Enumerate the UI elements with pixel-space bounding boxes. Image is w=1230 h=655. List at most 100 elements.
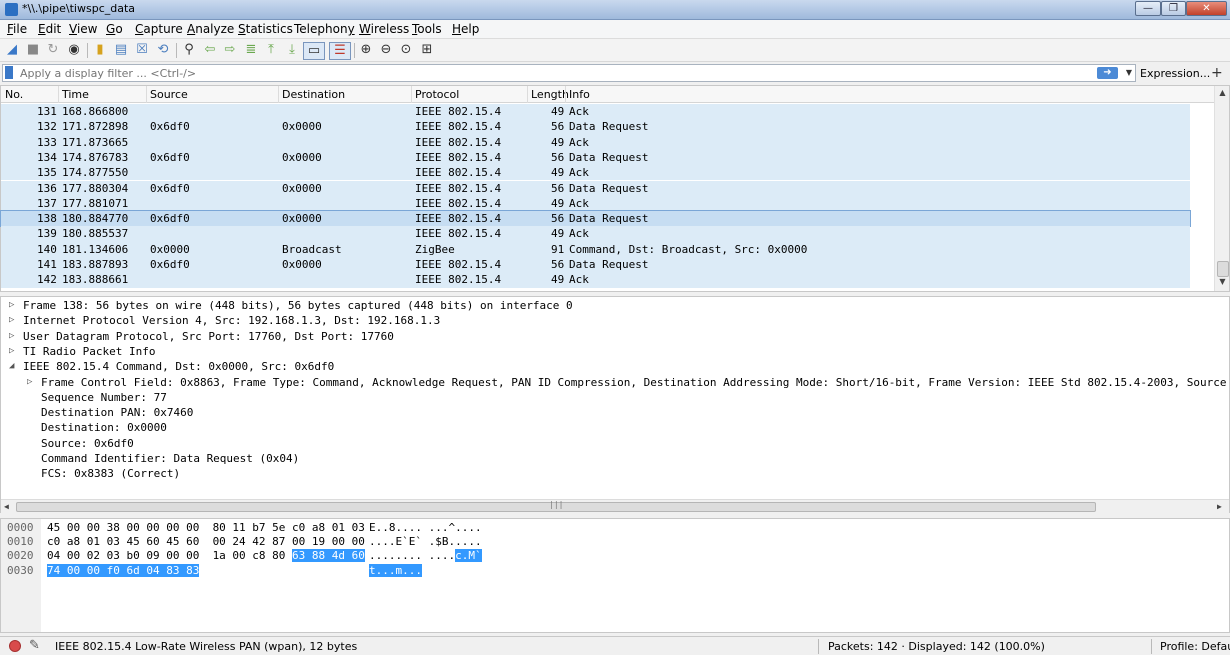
minimize-button[interactable]: —: [1135, 1, 1161, 16]
menu-view[interactable]: View: [69, 22, 97, 36]
detail-tree-item[interactable]: Command Identifier: Data Request (0x04): [41, 451, 299, 466]
go-to-packet-icon[interactable]: ≣: [243, 42, 259, 58]
packet-list-scrollbar[interactable]: ▲ ▼: [1214, 86, 1229, 291]
auto-scroll-icon[interactable]: ▭: [303, 42, 325, 60]
column-header-info[interactable]: Info: [569, 88, 590, 101]
packet-row[interactable]: 135 174.877550 IEEE 802.15.4 49 Ack: [1, 165, 1190, 181]
column-separator[interactable]: [527, 86, 528, 103]
column-header-length[interactable]: Length: [531, 88, 569, 101]
display-filter-input[interactable]: [2, 64, 1136, 82]
column-header-source[interactable]: Source: [150, 88, 188, 101]
resize-columns-icon[interactable]: ⊞: [419, 42, 435, 58]
detail-tree-item[interactable]: Destination PAN: 0x7460: [41, 405, 193, 420]
menu-help[interactable]: Help: [452, 22, 479, 36]
start-capture-icon[interactable]: ◢: [4, 42, 20, 58]
apply-filter-icon[interactable]: ➜: [1097, 67, 1118, 79]
menu-statistics[interactable]: Statistics: [238, 22, 293, 36]
last-packet-icon[interactable]: ⤓: [284, 42, 300, 58]
detail-tree-item[interactable]: Frame 138: 56 bytes on wire (448 bits), …: [23, 298, 573, 313]
packet-row[interactable]: 136 177.880304 0x6df0 0x0000 IEEE 802.15.4 56…: [1, 180, 1190, 196]
open-file-icon[interactable]: ▮: [92, 42, 108, 58]
collapsed-arrow-icon[interactable]: ▷: [9, 315, 14, 325]
menu-tools[interactable]: Tools: [412, 22, 442, 36]
column-separator[interactable]: [58, 86, 59, 103]
filter-bookmark-icon[interactable]: [5, 66, 13, 79]
expression-button[interactable]: Expression...: [1140, 67, 1210, 80]
packet-row[interactable]: 134 174.876783 0x6df0 0x0000 IEEE 802.15.4 56…: [1, 149, 1190, 166]
normal-size-icon[interactable]: ⊙: [398, 42, 414, 58]
detail-tree-item[interactable]: TI Radio Packet Info: [23, 344, 155, 359]
column-header-destination[interactable]: Destination: [282, 88, 345, 101]
expert-info-icon[interactable]: [9, 640, 21, 652]
packet-row[interactable]: 131 168.866800 IEEE 802.15.4 49 Ack: [1, 104, 1190, 120]
collapsed-arrow-icon[interactable]: ▷: [9, 346, 14, 356]
byte-ascii[interactable]: E..8.... ...^....: [369, 521, 482, 535]
expanded-arrow-icon[interactable]: ◢: [9, 361, 14, 371]
collapsed-arrow-icon[interactable]: ▷: [9, 300, 14, 310]
details-horizontal-scrollbar[interactable]: ◀ ||| ▶: [1, 499, 1229, 513]
packet-row[interactable]: 139 180.885537 IEEE 802.15.4 49 Ack: [1, 226, 1190, 242]
detail-tree-item[interactable]: Destination: 0x0000: [41, 420, 167, 435]
chevron-down-icon[interactable]: ▼: [1123, 67, 1135, 79]
packet-row[interactable]: 132 171.872898 0x6df0 0x0000 IEEE 802.15.4 56…: [1, 119, 1190, 135]
byte-hex[interactable]: 74 00 00 f0 6d 04 83 83: [47, 563, 200, 578]
scroll-right-icon[interactable]: ▶: [1217, 502, 1222, 511]
detail-tree-item[interactable]: Internet Protocol Version 4, Src: 192.16…: [23, 313, 440, 328]
capture-comment-icon[interactable]: ✎: [29, 638, 40, 653]
column-separator[interactable]: [146, 86, 147, 103]
byte-ascii[interactable]: ........ ....c.M`: [369, 549, 482, 563]
scroll-left-icon[interactable]: ◀: [4, 502, 9, 511]
byte-ascii[interactable]: t...m...: [369, 563, 422, 578]
packet-row[interactable]: 141 183.887893 0x6df0 0x0000 IEEE 802.15.4 56…: [1, 257, 1190, 273]
packet-row[interactable]: 133 171.873665 IEEE 802.15.4 49 Ack: [1, 134, 1190, 150]
menu-wireless[interactable]: Wireless: [359, 22, 409, 36]
menu-capture[interactable]: Capture: [135, 22, 183, 36]
collapsed-arrow-icon[interactable]: ▷: [27, 377, 32, 387]
go-back-icon[interactable]: ⇦: [202, 42, 218, 58]
scroll-up-icon[interactable]: ▲: [1215, 88, 1230, 97]
colorize-icon[interactable]: ☰: [329, 42, 351, 60]
detail-tree-item[interactable]: IEEE 802.15.4 Command, Dst: 0x0000, Src:…: [23, 359, 334, 374]
column-header-no[interactable]: No.: [5, 88, 23, 101]
reload-file-icon[interactable]: ⟲: [155, 42, 171, 58]
menu-edit[interactable]: Edit: [38, 22, 61, 36]
detail-tree-item[interactable]: Source: 0x6df0: [41, 436, 134, 451]
byte-ascii[interactable]: ....E`E` .$B.....: [369, 535, 482, 549]
save-file-icon[interactable]: ▤: [113, 42, 129, 58]
scroll-down-icon[interactable]: ▼: [1215, 277, 1230, 286]
status-profile[interactable]: Profile: Default: [1160, 640, 1230, 653]
packet-row[interactable]: 140 181.134606 0x0000 Broadcast ZigBee 91 Comm…: [1, 241, 1190, 257]
maximize-button[interactable]: ❐: [1161, 1, 1186, 16]
zoom-out-icon[interactable]: ⊖: [378, 42, 394, 58]
packet-row[interactable]: 137 177.881071 IEEE 802.15.4 49 Ack: [1, 195, 1190, 212]
detail-tree-item[interactable]: User Datagram Protocol, Src Port: 17760,…: [23, 329, 394, 344]
close-file-icon[interactable]: ☒: [134, 42, 150, 58]
stop-capture-icon[interactable]: ■: [25, 42, 41, 58]
menu-analyze[interactable]: Analyze: [187, 22, 234, 36]
byte-hex[interactable]: 04 00 02 03 b0 09 00 00 1a 00 c8 80 63 8…: [47, 549, 365, 563]
menu-telephony[interactable]: Telephony: [294, 22, 355, 36]
collapsed-arrow-icon[interactable]: ▷: [9, 331, 14, 341]
capture-options-icon[interactable]: ◉: [66, 42, 82, 58]
menu-file[interactable]: File: [7, 22, 27, 36]
detail-tree-item[interactable]: Sequence Number: 77: [41, 390, 167, 405]
scrollbar-thumb[interactable]: [1217, 261, 1229, 277]
column-separator[interactable]: [278, 86, 279, 103]
restart-capture-icon[interactable]: ↻: [45, 42, 61, 58]
column-header-protocol[interactable]: Protocol: [415, 88, 459, 101]
detail-tree-item[interactable]: Frame Control Field: 0x8863, Frame Type:…: [41, 375, 1229, 390]
first-packet-icon[interactable]: ⤒: [263, 42, 279, 58]
byte-hex[interactable]: 45 00 00 38 00 00 00 00 80 11 b7 5e c0 a…: [47, 521, 365, 535]
close-button[interactable]: ✕: [1186, 1, 1227, 16]
packet-row[interactable]: 138 180.884770 0x6df0 0x0000 IEEE 802.15.4 56…: [0, 210, 1191, 228]
go-forward-icon[interactable]: ⇨: [222, 42, 238, 58]
find-packet-icon[interactable]: ⚲: [181, 42, 197, 58]
byte-hex[interactable]: c0 a8 01 03 45 60 45 60 00 24 42 87 00 1…: [47, 535, 365, 549]
column-header-time[interactable]: Time: [62, 88, 89, 101]
zoom-in-icon[interactable]: ⊕: [358, 42, 374, 58]
detail-tree-item[interactable]: FCS: 0x8383 (Correct): [41, 466, 180, 481]
menu-go[interactable]: Go: [106, 22, 123, 36]
packet-row[interactable]: 142 183.888661 IEEE 802.15.4 49 Ack: [1, 272, 1190, 288]
column-separator[interactable]: [411, 86, 412, 103]
add-filter-button[interactable]: +: [1211, 65, 1223, 81]
